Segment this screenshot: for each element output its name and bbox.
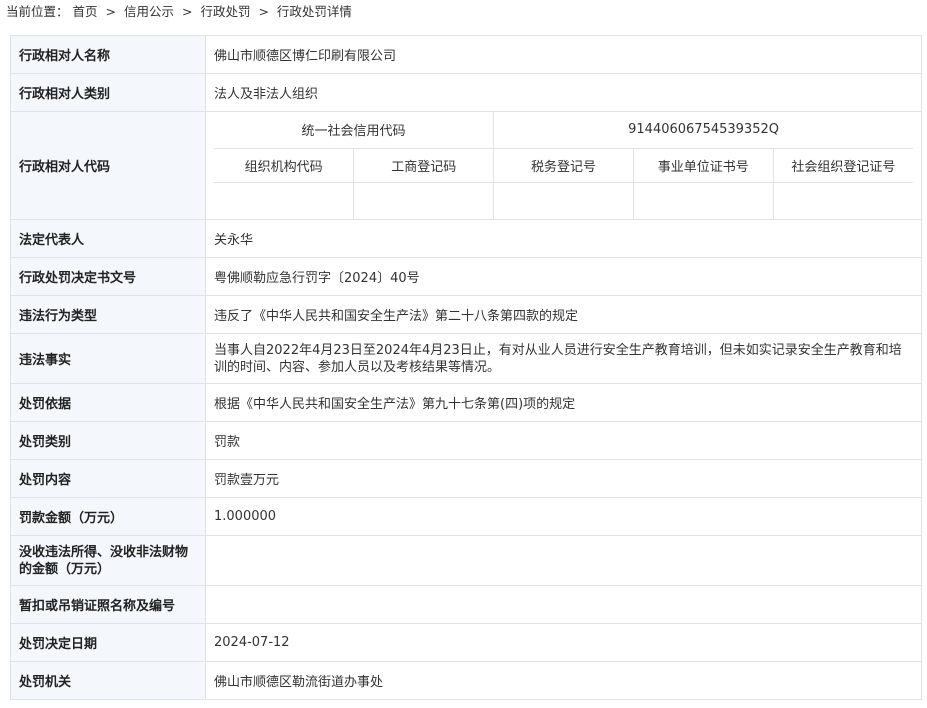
table-row: 处罚内容 罚款壹万元 — [10, 459, 922, 498]
breadcrumb-separator: > — [258, 4, 269, 19]
table-row: 处罚类别 罚款 — [10, 421, 922, 460]
label-decision-date: 处罚决定日期 — [10, 623, 206, 662]
label-penalty-content: 处罚内容 — [10, 459, 206, 498]
business-reg-value — [353, 181, 495, 219]
label-fine-amount: 罚款金额（万元） — [10, 497, 206, 536]
value-confiscation-amount — [205, 535, 922, 586]
value-violation-facts: 当事人自2022年4月23日至2024年4月23日止，有对从业人员进行安全生产教… — [205, 333, 922, 384]
sub-code-header-row: 组织机构代码 工商登记码 税务登记号 事业单位证书号 社会组织登记证号 — [214, 147, 913, 183]
sub-code-value-row — [214, 181, 913, 219]
label-license-revocation: 暂扣或吊销证照名称及编号 — [10, 585, 206, 624]
label-legal-rep: 法定代表人 — [10, 219, 206, 258]
label-party-code: 行政相对人代码 — [10, 111, 206, 220]
table-row: 处罚依据 根据《中华人民共和国安全生产法》第九十七条第(四)项的规定 — [10, 383, 922, 422]
breadcrumb-link-penalties[interactable]: 行政处罚 — [200, 4, 250, 19]
label-authority: 处罚机关 — [10, 661, 206, 700]
institution-cert-header: 事业单位证书号 — [632, 147, 774, 183]
table-row: 罚款金额（万元） 1.000000 — [10, 497, 922, 536]
value-penalty-content: 罚款壹万元 — [205, 459, 922, 498]
penalty-detail-table: 行政相对人名称 佛山市顺德区博仁印刷有限公司 行政相对人类别 法人及非法人组织 … — [10, 35, 922, 700]
label-confiscation-amount: 没收违法所得、没收非法财物的金额（万元） — [10, 535, 206, 586]
value-decision-date: 2024-07-12 — [205, 623, 922, 662]
social-org-cert-value — [772, 181, 913, 219]
value-party-name: 佛山市顺德区博仁印刷有限公司 — [205, 35, 922, 74]
party-code-subtable: 统一社会信用代码 91440606754539352Q 组织机构代码 工商登记码… — [214, 112, 913, 219]
breadcrumb-current: 行政处罚详情 — [276, 4, 352, 19]
credit-code-row: 统一社会信用代码 91440606754539352Q — [214, 112, 913, 149]
value-decision-no: 粤佛顺勒应急行罚字〔2024〕40号 — [205, 257, 922, 296]
value-legal-rep: 关永华 — [205, 219, 922, 258]
label-penalty-category: 处罚类别 — [10, 421, 206, 460]
table-row: 处罚决定日期 2024-07-12 — [10, 623, 922, 662]
value-authority: 佛山市顺德区勒流街道办事处 — [205, 661, 922, 700]
table-row: 法定代表人 关永华 — [10, 219, 922, 258]
value-license-revocation — [205, 585, 922, 624]
table-row: 行政相对人类别 法人及非法人组织 — [10, 73, 922, 112]
label-violation-facts: 违法事实 — [10, 333, 206, 384]
breadcrumb-link-credit-disclosure[interactable]: 信用公示 — [124, 4, 174, 19]
tax-reg-header: 税务登记号 — [493, 147, 634, 183]
org-code-value — [214, 181, 355, 219]
breadcrumb: 当前位置： 首页 > 信用公示 > 行政处罚 > 行政处罚详情 — [0, 0, 352, 24]
social-org-cert-header: 社会组织登记证号 — [772, 147, 913, 183]
table-row: 行政相对人名称 佛山市顺德区博仁印刷有限公司 — [10, 35, 922, 74]
label-penalty-basis: 处罚依据 — [10, 383, 206, 422]
table-row: 违法行为类型 违反了《中华人民共和国安全生产法》第二十八条第四款的规定 — [10, 295, 922, 334]
table-row: 行政相对人代码 统一社会信用代码 91440606754539352Q 组织机构… — [10, 111, 922, 220]
value-violation-type: 违反了《中华人民共和国安全生产法》第二十八条第四款的规定 — [205, 295, 922, 334]
label-decision-no: 行政处罚决定书文号 — [10, 257, 206, 296]
breadcrumb-link-home[interactable]: 首页 — [73, 4, 98, 19]
institution-cert-value — [632, 181, 774, 219]
label-party-type: 行政相对人类别 — [10, 73, 206, 112]
party-code-cell: 统一社会信用代码 91440606754539352Q 组织机构代码 工商登记码… — [205, 111, 922, 220]
credit-code-header: 统一社会信用代码 — [214, 112, 495, 149]
breadcrumb-separator: > — [105, 4, 116, 19]
breadcrumb-prefix: 当前位置： — [6, 4, 69, 19]
business-reg-header: 工商登记码 — [353, 147, 495, 183]
table-row: 行政处罚决定书文号 粤佛顺勒应急行罚字〔2024〕40号 — [10, 257, 922, 296]
value-penalty-category: 罚款 — [205, 421, 922, 460]
table-row: 没收违法所得、没收非法财物的金额（万元） — [10, 535, 922, 586]
table-row: 暂扣或吊销证照名称及编号 — [10, 585, 922, 624]
breadcrumb-separator: > — [181, 4, 193, 19]
table-row: 违法事实 当事人自2022年4月23日至2024年4月23日止，有对从业人员进行… — [10, 333, 922, 384]
label-party-name: 行政相对人名称 — [10, 35, 206, 74]
value-fine-amount: 1.000000 — [205, 497, 922, 536]
credit-code-value: 91440606754539352Q — [493, 112, 913, 149]
tax-reg-value — [493, 181, 634, 219]
org-code-header: 组织机构代码 — [214, 147, 355, 183]
table-row: 处罚机关 佛山市顺德区勒流街道办事处 — [10, 661, 922, 700]
value-penalty-basis: 根据《中华人民共和国安全生产法》第九十七条第(四)项的规定 — [205, 383, 922, 422]
label-violation-type: 违法行为类型 — [10, 295, 206, 334]
value-party-type: 法人及非法人组织 — [205, 73, 922, 112]
